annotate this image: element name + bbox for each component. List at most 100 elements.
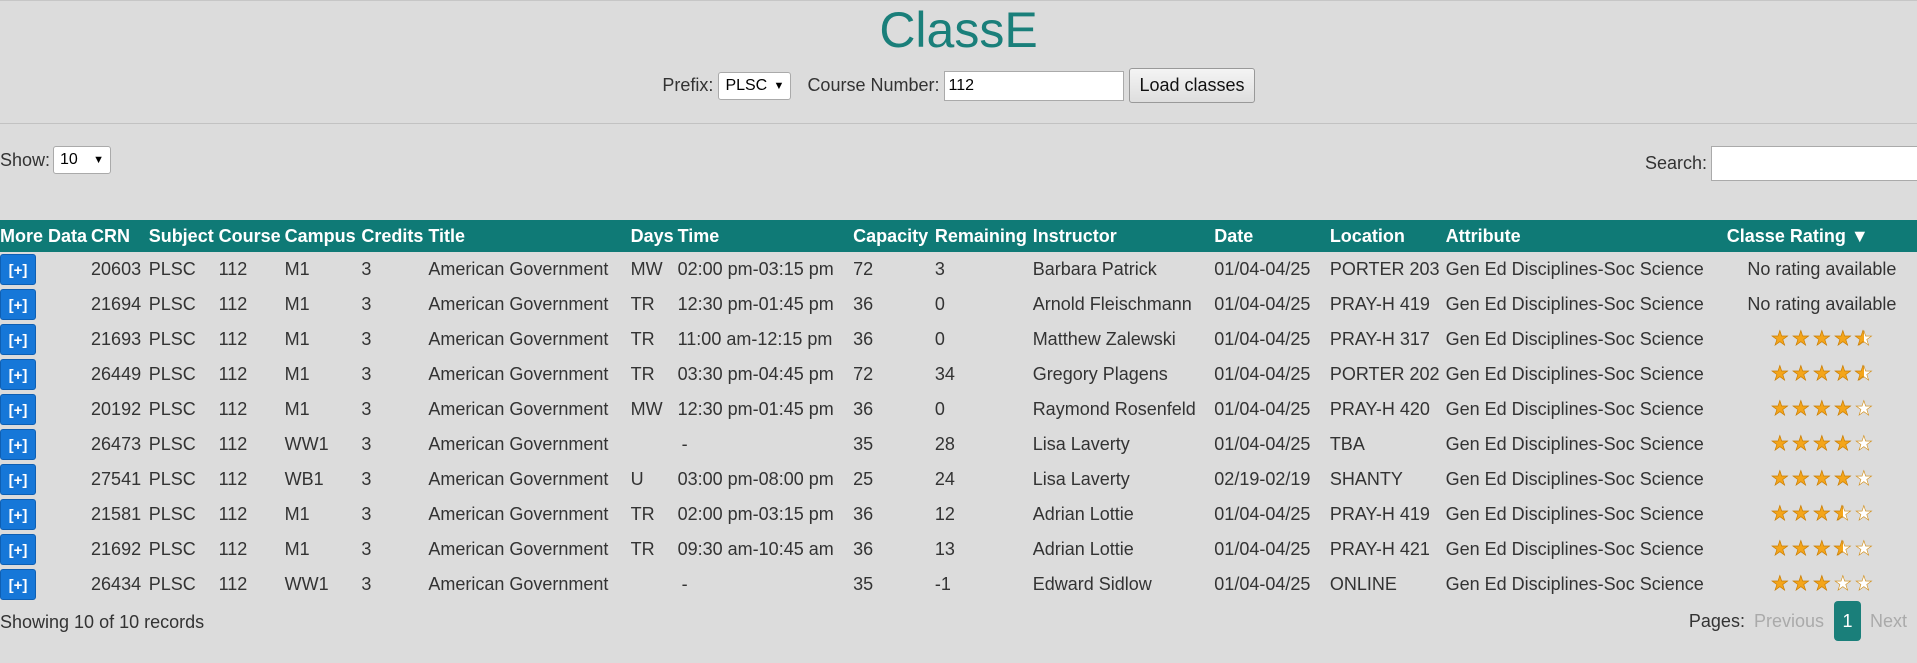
expand-row-button[interactable]: [+] (0, 569, 36, 600)
cell-credits: 3 (361, 469, 372, 489)
show-select[interactable]: 10 ▼ (53, 146, 112, 174)
cell-time: 03:30 pm-04:45 pm (677, 364, 834, 384)
table-row: [+] 26449 PLSC 112 M1 3 American Government TR 0… (0, 357, 1917, 392)
cell-course: 112 (218, 364, 248, 384)
col-remaining[interactable]: Remaining (935, 220, 1033, 252)
col-time[interactable]: Time (678, 220, 854, 252)
cell-subject: PLSC (148, 329, 196, 349)
expand-row-button[interactable]: [+] (0, 359, 36, 390)
cell-instructor: Adrian Lottie (1032, 504, 1134, 524)
star-icon: ★★ (1791, 433, 1811, 455)
star-icon: ★★ (1770, 468, 1790, 490)
col-credits[interactable]: Credits (361, 220, 428, 252)
cell-remaining: 0 (934, 294, 945, 314)
cell-remaining: 34 (934, 364, 955, 384)
col-days[interactable]: Days (631, 220, 678, 252)
cell-time: - (681, 434, 688, 454)
cell-campus: M1 (284, 504, 310, 524)
col-title[interactable]: Title (428, 220, 630, 252)
star-icon: ★★ (1854, 433, 1874, 455)
next-page-button[interactable]: Next (1870, 611, 1907, 632)
cell-instructor: Lisa Laverty (1032, 434, 1130, 454)
star-icon: ★★ (1770, 538, 1790, 560)
col-campus[interactable]: Campus (285, 220, 362, 252)
course-number-input[interactable] (944, 70, 1125, 101)
cell-title: American Government (428, 364, 609, 384)
cell-date: 01/04-04/25 (1214, 294, 1311, 314)
cell-location: PORTER 202 (1329, 364, 1440, 384)
cell-rating: No rating available (1747, 294, 1897, 314)
load-classes-button[interactable]: Load classes (1129, 68, 1255, 103)
cell-crn: 26449 (91, 364, 142, 384)
cell-attribute: Gen Ed Disciplines-Soc Science (1445, 574, 1704, 594)
star-rating: ★★★★★★★★★★ (1770, 504, 1874, 525)
cell-days: MW (630, 399, 663, 419)
table-header-row: More Data CRN Subject Course Campus Cred… (0, 220, 1917, 252)
col-subject[interactable]: Subject (149, 220, 219, 252)
cell-rating: ★★★★★★★★★★ (1727, 532, 1917, 567)
cell-date: 02/19-02/19 (1214, 469, 1311, 489)
cell-campus: WW1 (284, 434, 329, 454)
cell-instructor: Gregory Plagens (1032, 364, 1168, 384)
cell-subject: PLSC (148, 539, 196, 559)
col-attribute[interactable]: Attribute (1446, 220, 1727, 252)
cell-capacity: 72 (853, 364, 874, 384)
expand-row-button[interactable]: [+] (0, 534, 36, 565)
more-data-cell: [+] (0, 497, 91, 532)
cell-remaining: 24 (934, 469, 955, 489)
table-row: [+] 26473 PLSC 112 WW1 3 American Government - 3… (0, 427, 1917, 462)
col-classe-rating[interactable]: Classe Rating ▼ (1727, 220, 1917, 252)
cell-time: 12:30 pm-01:45 pm (677, 399, 834, 419)
cell-date: 01/04-04/25 (1214, 259, 1311, 279)
expand-row-button[interactable]: [+] (0, 394, 36, 425)
cell-time: 02:00 pm-03:15 pm (677, 259, 834, 279)
cell-remaining: 0 (934, 399, 945, 419)
pages-label: Pages: (1688, 610, 1745, 631)
cell-rating: No rating available (1747, 259, 1897, 279)
top-border (0, 0, 1917, 1)
search-input[interactable] (1711, 146, 1917, 181)
cell-title: American Government (428, 434, 609, 454)
search-label: Search: (1644, 153, 1707, 173)
cell-location: PRAY-H 421 (1329, 539, 1430, 559)
star-rating: ★★★★★★★★★★ (1770, 328, 1874, 350)
prefix-select[interactable]: PLSC ▼ (718, 71, 792, 100)
cell-subject: PLSC (148, 469, 196, 489)
cell-rating: ★★★★★★★★★★ (1727, 322, 1917, 357)
page-1-button[interactable]: 1 (1833, 601, 1861, 641)
cell-location: PRAY-H 317 (1329, 329, 1430, 349)
cell-course: 112 (218, 399, 248, 419)
col-instructor[interactable]: Instructor (1033, 220, 1215, 252)
cell-rating: ★★★★★★★★★★ (1727, 497, 1917, 532)
cell-remaining: 3 (934, 259, 945, 279)
col-crn[interactable]: CRN (91, 220, 149, 252)
expand-row-button[interactable]: [+] (0, 289, 36, 320)
expand-row-button[interactable]: [+] (0, 254, 36, 285)
cell-subject: PLSC (148, 364, 196, 384)
cell-crn: 20603 (91, 259, 142, 279)
expand-row-button[interactable]: [+] (0, 429, 36, 460)
cell-days: TR (630, 364, 655, 384)
table-row: [+] 21693 PLSC 112 M1 3 American Government TR 1… (0, 322, 1917, 357)
col-location[interactable]: Location (1330, 220, 1446, 252)
star-icon: ★★ (1833, 433, 1853, 455)
cell-subject: PLSC (148, 574, 196, 594)
star-icon: ★★ (1791, 573, 1811, 595)
star-rating: ★★★★★★★★★★ (1770, 364, 1874, 385)
star-icon: ★★ (1770, 328, 1790, 350)
cell-course: 112 (218, 469, 248, 489)
more-data-cell: [+] (0, 532, 91, 567)
col-capacity[interactable]: Capacity (853, 220, 935, 252)
previous-page-button[interactable]: Previous (1754, 611, 1824, 632)
cell-days: TR (630, 504, 655, 524)
col-course[interactable]: Course (219, 220, 285, 252)
expand-row-button[interactable]: [+] (0, 464, 36, 495)
col-more-data[interactable]: More Data (0, 220, 91, 252)
star-icon: ★★ (1812, 468, 1832, 490)
col-date[interactable]: Date (1214, 220, 1330, 252)
star-icon: ★★ (1854, 398, 1874, 420)
table-body: [+] 20603 PLSC 112 M1 3 American Government MW 0… (0, 252, 1917, 602)
expand-row-button[interactable]: [+] (0, 499, 36, 530)
cell-date: 01/04-04/25 (1214, 399, 1311, 419)
expand-row-button[interactable]: [+] (0, 324, 36, 355)
